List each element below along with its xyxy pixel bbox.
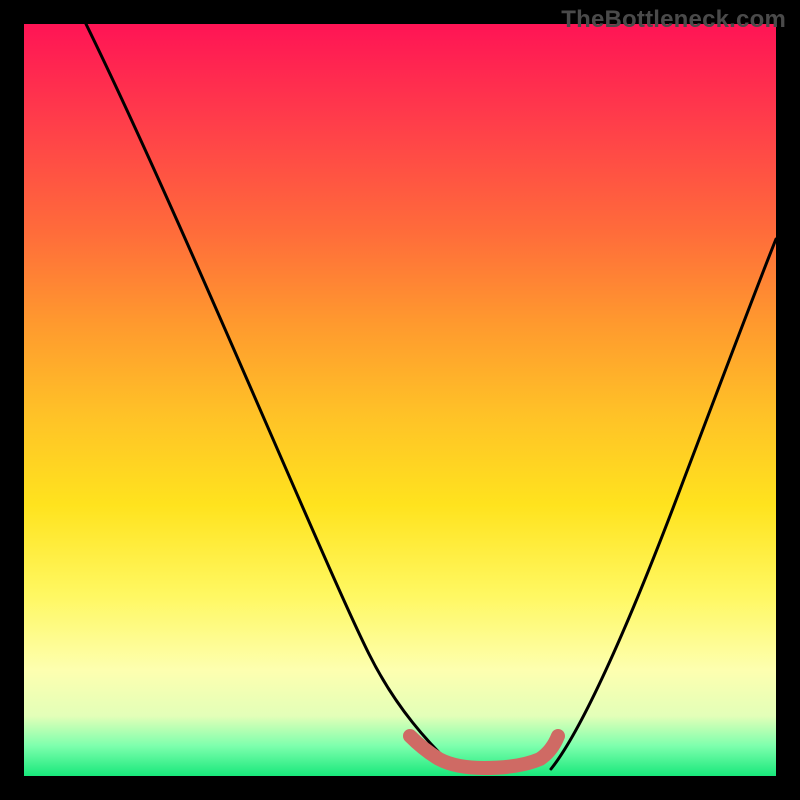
chart-container: TheBottleneck.com	[0, 0, 800, 800]
valley-marker	[410, 736, 558, 768]
curve-layer	[24, 24, 776, 776]
plot-area	[24, 24, 776, 776]
right-curve	[551, 239, 776, 769]
watermark-text: TheBottleneck.com	[561, 6, 786, 34]
left-curve	[86, 24, 456, 769]
